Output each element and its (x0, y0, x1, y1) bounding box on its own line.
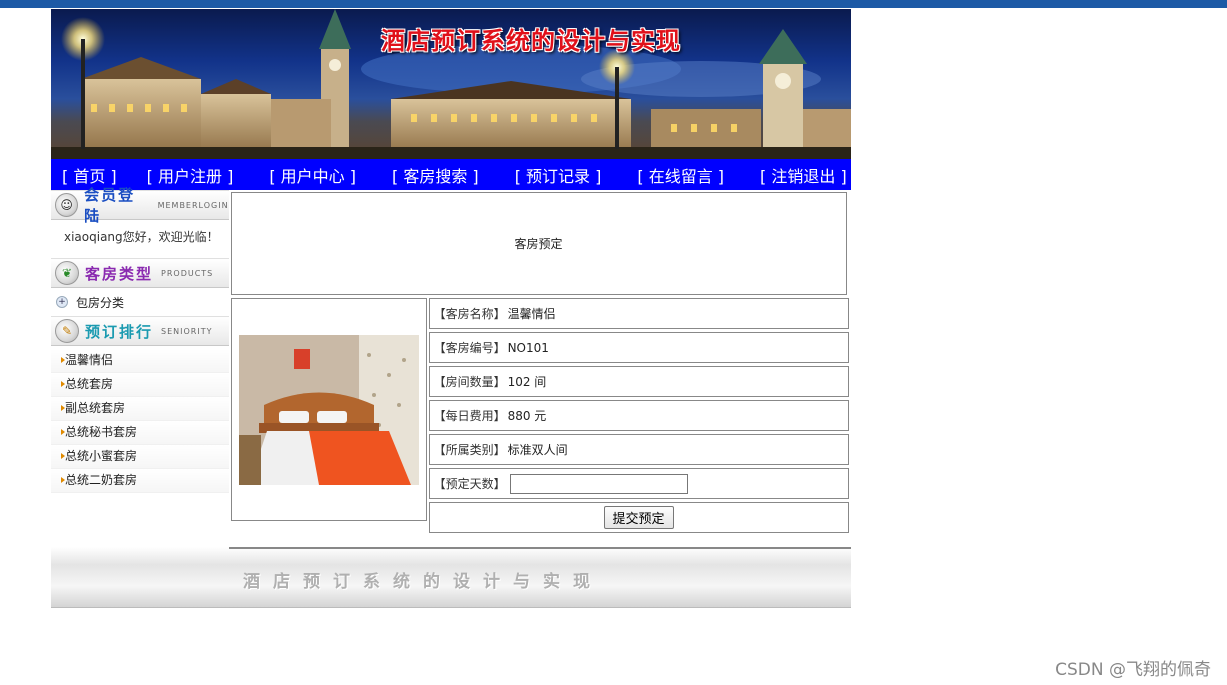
leaf-icon: ❦ (55, 261, 79, 285)
booking-days-input[interactable] (509, 473, 688, 494)
arrow-right-icon (61, 453, 65, 459)
room-code-value: NO101 (507, 340, 549, 355)
room-types-en: PRODUCTS (161, 268, 214, 278)
booking-days-row: 【预定天数】 (428, 468, 849, 499)
top-strip (0, 0, 1227, 8)
nav-booking-records[interactable]: [ 预订记录 ] (515, 163, 602, 187)
ranking-item[interactable]: 副总统套房 (51, 397, 229, 421)
arrow-right-icon (61, 357, 65, 363)
ranking-item[interactable]: 温馨情侣 (51, 349, 229, 373)
room-count-label: 【房间数量】 (433, 375, 506, 389)
room-count-row: 【房间数量】 102 间 (428, 366, 849, 397)
sidebar: ☺ 会员登陆 MEMBERLOGIN xiaoqiang您好，欢迎光临！ ❦ 客… (51, 186, 229, 533)
ranking-item-label: 总统秘书套房 (65, 425, 138, 439)
page: 酒店预订系统的设计与实现 [ 首页 ] [ 用户注册 ] [ 用户中心 ] [ … (51, 9, 851, 608)
member-login-title: 会员登陆 (84, 186, 136, 225)
room-fee-row: 【每日费用】 880 元 (428, 400, 849, 431)
arrow-right-icon (61, 429, 65, 435)
main-content: 客房预定 【客房名称】 温馨情侣 【客房编号】 NO101 【房间数量】 102… (229, 190, 851, 533)
member-login-en: MEMBERLOGIN (157, 200, 229, 210)
room-count-value: 102 间 (507, 375, 547, 389)
footer-divider (229, 547, 851, 549)
main-nav: [ 首页 ] [ 用户注册 ] [ 用户中心 ] [ 客房搜索 ] [ 预订记录… (51, 159, 851, 190)
ranking-title: 预订排行 (85, 322, 154, 341)
nav-room-search[interactable]: [ 客房搜索 ] (392, 163, 479, 187)
room-photo (238, 334, 419, 485)
room-category-label: 【所属类别】 (433, 443, 506, 457)
room-types-title: 客房类型 (85, 264, 154, 283)
room-name-value: 温馨情侣 (507, 307, 556, 321)
content-columns: ☺ 会员登陆 MEMBERLOGIN xiaoqiang您好，欢迎光临！ ❦ 客… (51, 186, 851, 533)
submit-row: 提交预定 (428, 502, 849, 533)
room-fee-value: 880 元 (507, 409, 547, 423)
room-code-row: 【客房编号】 NO101 (428, 332, 849, 363)
room-name-row: 【客房名称】 温馨情侣 (428, 298, 849, 329)
room-image-cell (230, 298, 427, 521)
ranking-item-label: 总统套房 (65, 377, 114, 391)
banner-title: 酒店预订系统的设计与实现 (381, 26, 681, 55)
ranking-item-label: 副总统套房 (65, 401, 126, 415)
nav-user-center[interactable]: [ 用户中心 ] (269, 163, 356, 187)
ranking-item-label: 总统二奶套房 (65, 473, 138, 487)
booking-title: 客房预定 (514, 237, 563, 251)
plus-icon: + (56, 296, 68, 308)
arrow-right-icon (61, 477, 65, 483)
room-types-header: ❦ 客房类型 PRODUCTS (51, 258, 229, 288)
member-login-header: ☺ 会员登陆 MEMBERLOGIN (51, 186, 229, 225)
ranking-item[interactable]: 总统秘书套房 (51, 421, 229, 445)
category-item[interactable]: + 包房分类 (51, 288, 229, 316)
ranking-item-label: 总统小蜜套房 (65, 449, 138, 463)
ranking-item[interactable]: 总统小蜜套房 (51, 445, 229, 469)
ranking-item[interactable]: 总统套房 (51, 373, 229, 397)
room-fee-label: 【每日费用】 (433, 409, 506, 423)
ranking-list: 温馨情侣 总统套房 副总统套房 总统秘书套房 总统小蜜套房 总统二奶套房 (51, 346, 229, 493)
room-info: 【客房名称】 温馨情侣 【客房编号】 NO101 【房间数量】 102 间 【每… (428, 298, 849, 533)
banner: 酒店预订系统的设计与实现 (51, 9, 851, 159)
room-category-row: 【所属类别】 标准双人间 (428, 434, 849, 465)
nav-home[interactable]: [ 首页 ] (62, 163, 117, 187)
user-icon: ☺ (55, 193, 79, 217)
footer-text: 酒店预订系统的设计与实现 (243, 572, 603, 592)
ranking-en: SENIORITY (161, 326, 213, 336)
booking-title-box: 客房预定 (230, 192, 847, 295)
room-detail: 【客房名称】 温馨情侣 【客房编号】 NO101 【房间数量】 102 间 【每… (230, 298, 851, 533)
arrow-right-icon (61, 405, 65, 411)
ranking-item-label: 温馨情侣 (65, 353, 114, 367)
room-category-value: 标准双人间 (507, 443, 568, 457)
room-name-label: 【客房名称】 (433, 307, 506, 321)
pen-icon: ✎ (55, 319, 79, 343)
nav-guestbook[interactable]: [ 在线留言 ] (637, 163, 724, 187)
booking-days-label: 【预定天数】 (433, 477, 506, 491)
footer: 酒店预订系统的设计与实现 (51, 547, 851, 608)
watermark: CSDN @飞翔的佩奇 (1055, 660, 1211, 680)
submit-booking-button[interactable]: 提交预定 (603, 506, 674, 529)
room-code-label: 【客房编号】 (433, 341, 506, 355)
nav-register[interactable]: [ 用户注册 ] (147, 163, 234, 187)
ranking-header: ✎ 预订排行 SENIORITY (51, 316, 229, 346)
arrow-right-icon (61, 381, 65, 387)
category-item-label: 包房分类 (76, 295, 125, 310)
nav-logout[interactable]: [ 注销退出 ] (760, 163, 847, 187)
ranking-item[interactable]: 总统二奶套房 (51, 469, 229, 493)
